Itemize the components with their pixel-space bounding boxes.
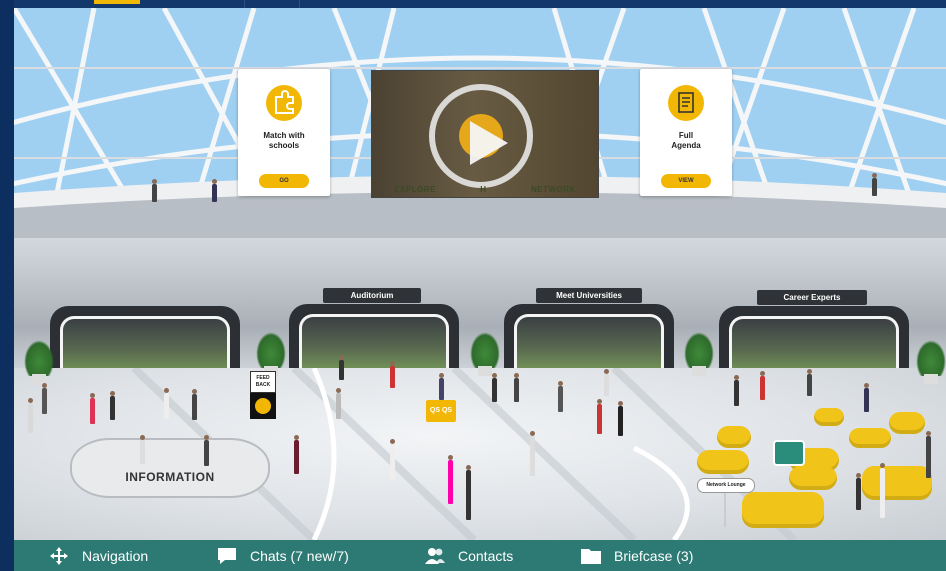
go-button[interactable]: GO: [259, 174, 309, 188]
avatar: [926, 431, 931, 478]
card-title-line2: schools: [268, 141, 300, 150]
document-icon: [668, 85, 704, 121]
lounge-seat: [849, 428, 891, 448]
lounge-seat: [889, 412, 925, 434]
card-title-line2: Agenda: [671, 141, 701, 150]
potted-plant: [256, 330, 286, 376]
avatar: [390, 361, 395, 388]
feedback-stand[interactable]: FEED BACK: [250, 371, 276, 421]
meet-universities-entrance[interactable]: [504, 304, 674, 376]
avatar: [807, 369, 812, 396]
career-experts-sign: Career Experts: [757, 290, 867, 305]
play-triangle: [470, 121, 508, 165]
chats-label: Chats (7 new/7): [250, 547, 349, 564]
view-button[interactable]: VIEW: [661, 174, 711, 188]
avatar: [448, 455, 453, 504]
move-arrows-icon: [48, 545, 70, 567]
lounge-seat: [814, 408, 844, 426]
promo-video-player[interactable]: EXPLORE H NETWORK: [371, 70, 599, 198]
avatar: [597, 399, 602, 434]
full-agenda-card[interactable]: Full Agenda VIEW: [640, 69, 732, 196]
avatar: [864, 383, 869, 412]
auditorium-entrance[interactable]: [289, 304, 459, 376]
lounge-seat: [697, 450, 749, 474]
navigation-button[interactable]: Navigation: [48, 540, 148, 571]
left-rail: [0, 0, 14, 571]
avatar: [856, 473, 861, 510]
tab-divider: [244, 0, 245, 8]
avatar: [734, 375, 739, 406]
video-caption-word: NETWORK: [530, 185, 576, 194]
avatar: [760, 371, 765, 400]
avatar: [140, 435, 145, 464]
tab-divider: [299, 0, 300, 8]
bottom-nav-bar: Navigation Chats (7 new/7) Contacts Brie…: [14, 540, 946, 571]
puzzle-icon: [266, 85, 302, 121]
avatar: [294, 435, 299, 474]
card-title-line1: Full: [678, 131, 694, 140]
lounge-seat: [862, 466, 932, 500]
avatar: [514, 373, 519, 402]
qs-logo-cube: QS QS: [426, 400, 456, 422]
avatar: [90, 393, 95, 424]
video-caption-word: H: [480, 185, 487, 194]
avatar: [28, 398, 33, 433]
potted-plant: [24, 338, 54, 384]
avatar: [110, 391, 115, 420]
avatar: [558, 381, 563, 412]
lounge-seat: [789, 466, 837, 490]
avatar: [336, 388, 341, 419]
chats-button[interactable]: Chats (7 new/7): [216, 540, 349, 571]
avatar: [192, 389, 197, 420]
feedback-label: FEED BACK: [250, 371, 276, 393]
potted-plant: [916, 338, 946, 384]
match-schools-card[interactable]: Match with schools GO: [238, 69, 330, 196]
avatar: [604, 369, 609, 396]
lounge-seat: [742, 492, 824, 528]
navigation-label: Navigation: [82, 547, 149, 564]
avatar: [618, 401, 623, 436]
avatar: [530, 431, 535, 476]
card-title-line1: Match with: [263, 131, 305, 140]
avatar: [204, 435, 209, 466]
avatar: [880, 463, 885, 518]
avatar: [439, 373, 444, 400]
video-caption-strip: EXPLORE H NETWORK: [372, 183, 598, 197]
play-icon[interactable]: [429, 84, 533, 188]
meet-universities-sign: Meet Universities: [536, 288, 642, 303]
folder-icon: [580, 545, 602, 567]
video-caption-word: EXPLORE: [394, 185, 436, 194]
avatar: [212, 179, 217, 202]
chat-bubble-icon: [216, 545, 238, 567]
active-tab-indicator[interactable]: [94, 0, 140, 4]
potted-plant: [470, 330, 500, 376]
virtual-lobby-scene: Match with schools GO Full Agenda VIEW E…: [14, 8, 946, 540]
top-tab-bar: [14, 0, 946, 8]
contacts-label: Contacts: [458, 547, 514, 564]
network-lounge-sign[interactable]: Network Lounge: [697, 478, 755, 493]
information-label: INFORMATION: [125, 470, 215, 484]
contacts-icon: [424, 545, 446, 567]
avatar: [339, 355, 344, 380]
avatar: [466, 465, 471, 520]
chat-bubble-icon[interactable]: [773, 440, 805, 466]
potted-plant: [684, 330, 714, 376]
avatar: [872, 173, 877, 196]
avatar: [492, 373, 497, 402]
briefcase-label: Briefcase (3): [614, 547, 694, 564]
avatar: [152, 179, 157, 202]
avatar: [390, 439, 395, 480]
avatar: [42, 383, 47, 414]
auditorium-sign: Auditorium: [323, 288, 421, 303]
contacts-button[interactable]: Contacts: [424, 540, 513, 571]
briefcase-button[interactable]: Briefcase (3): [580, 540, 693, 571]
feedback-icon: [255, 398, 271, 414]
avatar: [164, 388, 169, 419]
sign-pole: [724, 491, 726, 527]
lounge-seat: [717, 426, 751, 448]
information-desk[interactable]: INFORMATION: [70, 438, 270, 498]
